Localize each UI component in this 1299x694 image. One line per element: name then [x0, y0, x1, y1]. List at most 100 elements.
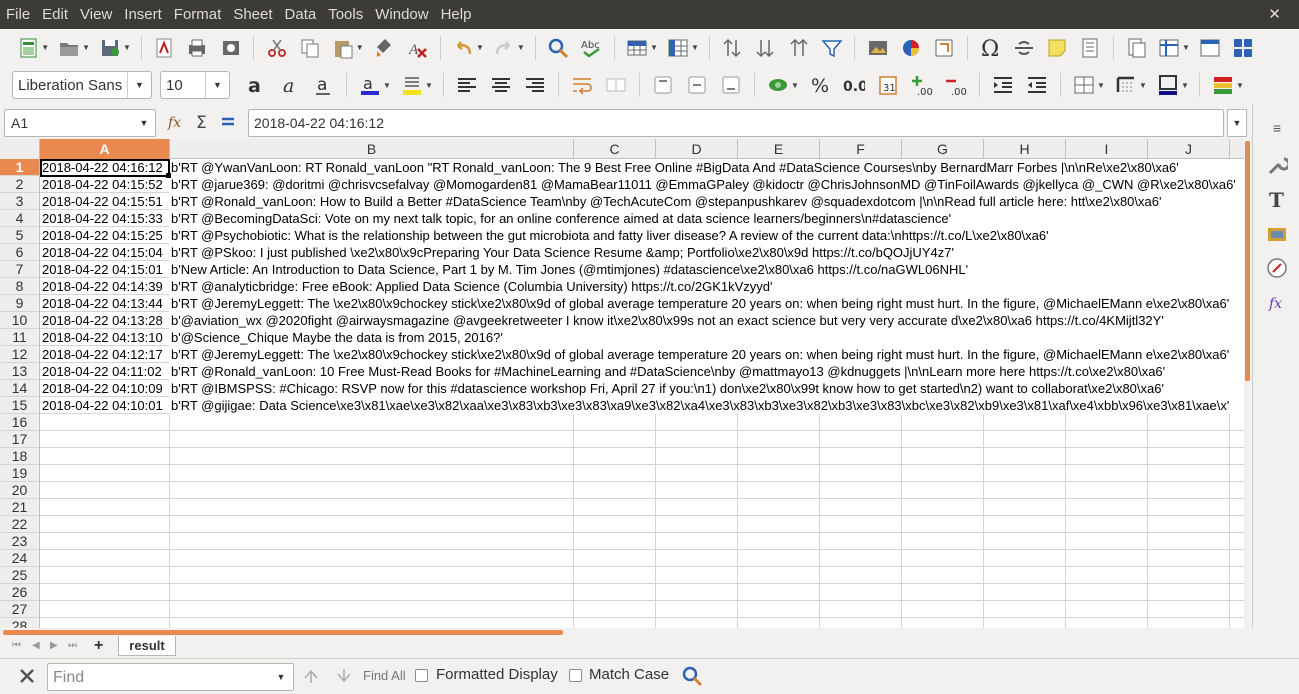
- match-case-checkbox[interactable]: [569, 669, 582, 682]
- headers-footers-icon[interactable]: [1076, 34, 1103, 62]
- formula-equals-icon[interactable]: [219, 113, 237, 136]
- close-document-icon[interactable]: ✕: [1268, 5, 1281, 23]
- column-dropdown-arrow[interactable]: ▼: [691, 43, 701, 52]
- insert-pivot-table-icon[interactable]: [931, 34, 958, 62]
- navigator-compass-icon[interactable]: [1265, 256, 1289, 280]
- cell-tweet-text[interactable]: b'@aviation_wx @2020fight @airwaysmagazi…: [169, 312, 1244, 329]
- find-next-icon[interactable]: [335, 667, 353, 690]
- cell-tweet-text[interactable]: b'RT @Ronald_vanLoon: 10 Free Must-Read …: [169, 363, 1244, 380]
- save-dropdown-arrow[interactable]: ▼: [123, 43, 133, 52]
- row-header[interactable]: 19: [0, 465, 40, 482]
- row-header[interactable]: 26: [0, 584, 40, 601]
- row-header[interactable]: 21: [0, 499, 40, 516]
- row-header[interactable]: 13: [0, 363, 40, 380]
- undo-icon[interactable]: [450, 34, 477, 62]
- cell-tweet-text[interactable]: b'@Science_Chique Maybe the data is from…: [169, 329, 1244, 346]
- cell-date[interactable]: 2018-04-22 04:10:01: [40, 397, 169, 414]
- row-header[interactable]: 11: [0, 329, 40, 346]
- hyperlink-icon[interactable]: [1010, 34, 1037, 62]
- select-all-corner[interactable]: [0, 139, 40, 159]
- expand-formula-bar-icon[interactable]: ▼: [1227, 109, 1247, 137]
- next-sheet-icon[interactable]: ▶: [50, 640, 58, 651]
- center-vertically-icon[interactable]: [683, 71, 711, 99]
- chevron-down-icon[interactable]: ▼: [269, 664, 293, 690]
- cell-tweet-text[interactable]: b'RT @Psychobiotic: What is the relation…: [169, 227, 1244, 244]
- sheet-tab-result[interactable]: result: [118, 636, 176, 656]
- define-print-area-icon[interactable]: [1123, 34, 1150, 62]
- cell-tweet-text[interactable]: b'RT @PSkoo: I just published \xe2\x80\x…: [169, 244, 1244, 261]
- font-size-box[interactable]: 10 ▼: [160, 71, 230, 99]
- merge-cells-icon[interactable]: [602, 71, 630, 99]
- currency-dropdown-arrow[interactable]: ▼: [791, 81, 801, 90]
- chevron-down-icon[interactable]: ▼: [133, 110, 155, 136]
- previous-sheet-icon[interactable]: ◀: [32, 640, 40, 651]
- redo-dropdown-arrow[interactable]: ▼: [517, 43, 527, 52]
- paste-icon[interactable]: [330, 34, 357, 62]
- row-header[interactable]: 6: [0, 244, 40, 261]
- row-header[interactable]: 7: [0, 261, 40, 278]
- cell-tweet-text[interactable]: b'RT @gijigae: Data Science\xe3\x81\xae\…: [169, 397, 1244, 414]
- date-format-icon[interactable]: 31: [874, 71, 902, 99]
- menu-window[interactable]: Window: [369, 0, 434, 29]
- find-replace-icon[interactable]: [545, 34, 572, 62]
- copy-icon[interactable]: [296, 34, 323, 62]
- background-color-icon[interactable]: [398, 71, 426, 99]
- formatted-display-checkbox[interactable]: [415, 669, 428, 682]
- row-header[interactable]: 10: [0, 312, 40, 329]
- spelling-icon[interactable]: Abc: [578, 34, 605, 62]
- formula-input[interactable]: 2018-04-22 04:16:12: [248, 109, 1224, 137]
- row-header[interactable]: 17: [0, 431, 40, 448]
- column-header-f[interactable]: F: [820, 139, 902, 159]
- menu-insert[interactable]: Insert: [118, 0, 168, 29]
- align-bottom-icon[interactable]: [717, 71, 745, 99]
- wrap-text-icon[interactable]: [568, 71, 596, 99]
- sort-icon[interactable]: [719, 34, 746, 62]
- cell-date[interactable]: 2018-04-22 04:12:17: [40, 346, 169, 363]
- row-header[interactable]: 14: [0, 380, 40, 397]
- decrease-indent-icon[interactable]: [1023, 71, 1051, 99]
- open-folder-icon[interactable]: [56, 34, 83, 62]
- add-sheet-icon[interactable]: +: [94, 637, 103, 655]
- row-header[interactable]: 16: [0, 414, 40, 431]
- functions-icon[interactable]: fx: [1265, 290, 1289, 314]
- clear-formatting-icon[interactable]: A: [404, 34, 431, 62]
- gallery-icon[interactable]: [1265, 222, 1289, 246]
- row-header[interactable]: 9: [0, 295, 40, 312]
- cell-date[interactable]: 2018-04-22 04:15:33: [40, 210, 169, 227]
- border-color-icon[interactable]: [1154, 71, 1182, 99]
- increase-indent-icon[interactable]: [989, 71, 1017, 99]
- insert-image-icon[interactable]: [864, 34, 891, 62]
- row-header[interactable]: 15: [0, 397, 40, 414]
- row-header[interactable]: 28: [0, 618, 40, 628]
- bold-icon[interactable]: a: [241, 71, 269, 99]
- row-header[interactable]: 23: [0, 533, 40, 550]
- cell-tweet-text[interactable]: b'RT @IBMSPSS: #Chicago: RSVP now for th…: [169, 380, 1244, 397]
- special-character-icon[interactable]: Ω: [977, 34, 1004, 62]
- find-input[interactable]: Find ▼: [47, 663, 294, 691]
- find-previous-icon[interactable]: [302, 667, 320, 690]
- paste-dropdown-arrow[interactable]: ▼: [356, 43, 366, 52]
- column-header-d[interactable]: D: [656, 139, 738, 159]
- delete-decimal-place-icon[interactable]: .00: [942, 71, 970, 99]
- menu-format[interactable]: Format: [168, 0, 228, 29]
- cell-date[interactable]: 2018-04-22 04:15:52: [40, 176, 169, 193]
- cell-tweet-text[interactable]: b'RT @Ronald_vanLoon: How to Build a Bet…: [169, 193, 1244, 210]
- styles-icon[interactable]: T: [1265, 188, 1289, 212]
- chevron-down-icon[interactable]: ▼: [205, 72, 229, 98]
- column-header-g[interactable]: G: [902, 139, 984, 159]
- row-header[interactable]: 8: [0, 278, 40, 295]
- row-header[interactable]: 18: [0, 448, 40, 465]
- menu-edit[interactable]: Edit: [36, 0, 74, 29]
- border-color-dropdown-arrow[interactable]: ▼: [1181, 81, 1191, 90]
- cell-tweet-text[interactable]: b'New Article: An Introduction to Data S…: [169, 261, 1244, 278]
- column-icon[interactable]: [665, 34, 692, 62]
- print-preview-icon[interactable]: [217, 34, 244, 62]
- last-sheet-icon[interactable]: ⏭: [68, 640, 77, 651]
- new-dropdown-arrow[interactable]: ▼: [41, 43, 51, 52]
- column-header-i[interactable]: I: [1066, 139, 1148, 159]
- row-header[interactable]: 22: [0, 516, 40, 533]
- row-icon[interactable]: [624, 34, 651, 62]
- cell-date[interactable]: 2018-04-22 04:13:44: [40, 295, 169, 312]
- cell-tweet-text[interactable]: b'RT @analyticbridge: Free eBook: Applie…: [169, 278, 1244, 295]
- redo-icon[interactable]: [491, 34, 518, 62]
